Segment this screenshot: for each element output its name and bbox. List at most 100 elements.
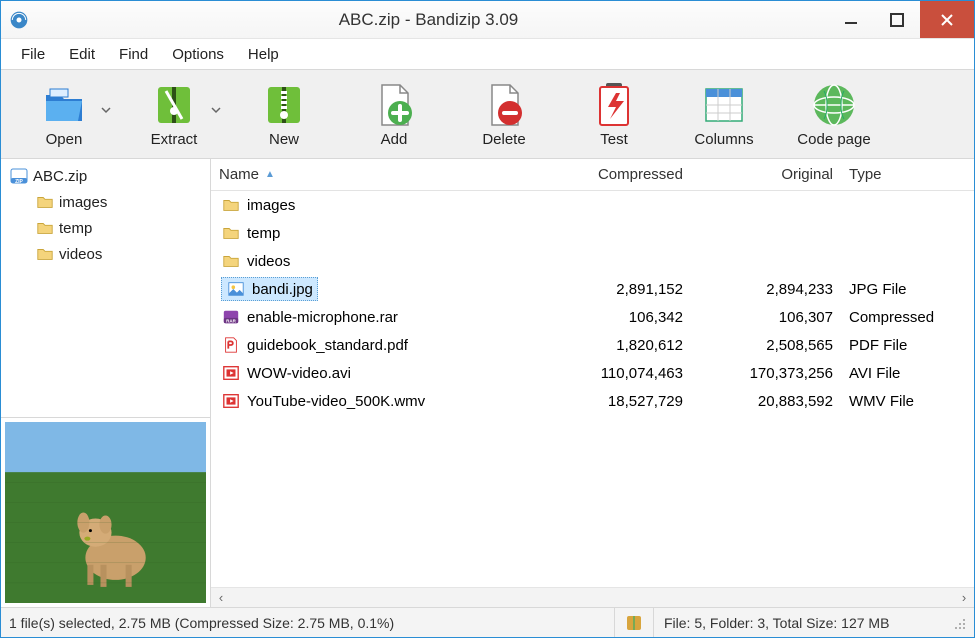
menu-edit[interactable]: Edit — [59, 42, 105, 67]
column-original[interactable]: Original — [691, 166, 841, 183]
folder-tree[interactable]: ZIP ABC.zip images temp videos — [1, 159, 210, 417]
tree-root-label: ABC.zip — [33, 168, 87, 185]
content-body: ZIP ABC.zip images temp videos — [1, 159, 974, 607]
file-list[interactable]: imagestempvideosbandi.jpg2,891,1522,894,… — [211, 191, 974, 587]
column-name[interactable]: Name▲ — [211, 166, 541, 183]
file-row[interactable]: YouTube-video_500K.wmv18,527,72920,883,5… — [211, 387, 974, 415]
toolbar-open[interactable]: Open — [13, 81, 115, 148]
statusbar: 1 file(s) selected, 2.75 MB (Compressed … — [1, 607, 974, 637]
open-icon — [40, 81, 88, 129]
extract-icon — [150, 81, 198, 129]
tree-item-videos[interactable]: videos — [3, 241, 208, 267]
tree-item-label: videos — [59, 246, 102, 263]
tree-item-label: temp — [59, 220, 92, 237]
toolbar-codepage[interactable]: Code page — [783, 81, 885, 148]
toolbar-new[interactable]: New — [233, 81, 335, 148]
toolbar-extract[interactable]: Extract — [123, 81, 225, 148]
folder-icon — [35, 218, 55, 238]
sort-asc-icon: ▲ — [265, 169, 275, 180]
file-name: images — [247, 197, 295, 214]
window-buttons — [828, 1, 974, 38]
horizontal-scrollbar[interactable]: ‹ › — [211, 587, 974, 607]
menu-help[interactable]: Help — [238, 42, 289, 67]
menu-find[interactable]: Find — [109, 42, 158, 67]
minimize-button[interactable] — [828, 1, 874, 38]
toolbar-test[interactable]: Test — [563, 81, 665, 148]
file-name: videos — [247, 253, 290, 270]
file-compressed: 2,891,152 — [541, 281, 691, 298]
file-type: JPG File — [841, 281, 974, 298]
folder-icon — [221, 251, 241, 271]
folder-icon — [35, 244, 55, 264]
toolbar-delete-label: Delete — [482, 131, 525, 148]
file-row[interactable]: RARenable-microphone.rar106,342106,307Co… — [211, 303, 974, 331]
file-compressed: 110,074,463 — [541, 365, 691, 382]
file-type: PDF File — [841, 337, 974, 354]
app-window: ABC.zip - Bandizip 3.09 File Edit Find O… — [0, 0, 975, 638]
delete-icon — [480, 81, 528, 129]
tree-item-images[interactable]: images — [3, 189, 208, 215]
status-totals: File: 5, Folder: 3, Total Size: 127 MB — [654, 615, 974, 631]
image-icon — [226, 279, 246, 299]
window-title: ABC.zip - Bandizip 3.09 — [29, 10, 828, 30]
toolbar-columns-label: Columns — [694, 131, 753, 148]
svg-text:RAR: RAR — [226, 318, 236, 323]
status-selection: 1 file(s) selected, 2.75 MB (Compressed … — [1, 615, 614, 631]
close-button[interactable] — [920, 1, 974, 38]
column-headers: Name▲ Compressed Original Type — [211, 159, 974, 191]
dropdown-arrow-icon[interactable] — [101, 105, 111, 115]
toolbar-test-label: Test — [600, 131, 628, 148]
scroll-right-icon[interactable]: › — [954, 590, 974, 605]
toolbar-extract-label: Extract — [151, 131, 198, 148]
add-icon — [370, 81, 418, 129]
file-type: WMV File — [841, 393, 974, 410]
file-list-panel: Name▲ Compressed Original Type images tem… — [211, 159, 974, 607]
file-name: WOW-video.avi — [247, 365, 351, 382]
zip-icon: ZIP — [9, 166, 29, 186]
folder-icon — [35, 192, 55, 212]
column-compressed[interactable]: Compressed — [541, 166, 691, 183]
file-compressed: 1,820,612 — [541, 337, 691, 354]
globe-icon — [810, 81, 858, 129]
toolbar-delete[interactable]: Delete — [453, 81, 555, 148]
file-name: bandi.jpg — [252, 281, 313, 298]
new-icon — [260, 81, 308, 129]
file-original: 170,373,256 — [691, 365, 841, 382]
rar-icon: RAR — [221, 307, 241, 327]
toolbar-codepage-label: Code page — [797, 131, 870, 148]
file-name: temp — [247, 225, 280, 242]
status-icon[interactable] — [614, 608, 654, 637]
preview-image — [5, 422, 206, 603]
file-row[interactable]: temp — [211, 219, 974, 247]
file-row[interactable]: WOW-video.avi110,074,463170,373,256AVI F… — [211, 359, 974, 387]
file-name: YouTube-video_500K.wmv — [247, 393, 425, 410]
toolbar-add-label: Add — [381, 131, 408, 148]
column-type[interactable]: Type — [841, 166, 974, 183]
file-name: enable-microphone.rar — [247, 309, 398, 326]
menu-options[interactable]: Options — [162, 42, 234, 67]
file-name: guidebook_standard.pdf — [247, 337, 408, 354]
pdf-icon — [221, 335, 241, 355]
tree-item-temp[interactable]: temp — [3, 215, 208, 241]
file-row[interactable]: bandi.jpg2,891,1522,894,233JPG File — [211, 275, 974, 303]
titlebar[interactable]: ABC.zip - Bandizip 3.09 — [1, 1, 974, 39]
toolbar-columns[interactable]: Columns — [673, 81, 775, 148]
maximize-button[interactable] — [874, 1, 920, 38]
file-row[interactable]: guidebook_standard.pdf1,820,6122,508,565… — [211, 331, 974, 359]
dropdown-arrow-icon[interactable] — [211, 105, 221, 115]
test-icon — [590, 81, 638, 129]
file-original: 20,883,592 — [691, 393, 841, 410]
menu-file[interactable]: File — [11, 42, 55, 67]
file-original: 106,307 — [691, 309, 841, 326]
tree-item-label: images — [59, 194, 107, 211]
scroll-left-icon[interactable]: ‹ — [211, 590, 231, 605]
folder-icon — [221, 195, 241, 215]
preview-pane — [1, 417, 210, 607]
file-row[interactable]: images — [211, 191, 974, 219]
columns-icon — [700, 81, 748, 129]
folder-icon — [221, 223, 241, 243]
toolbar-add[interactable]: Add — [343, 81, 445, 148]
tree-root[interactable]: ZIP ABC.zip — [3, 163, 208, 189]
resize-grip-icon[interactable] — [952, 616, 966, 630]
file-row[interactable]: videos — [211, 247, 974, 275]
